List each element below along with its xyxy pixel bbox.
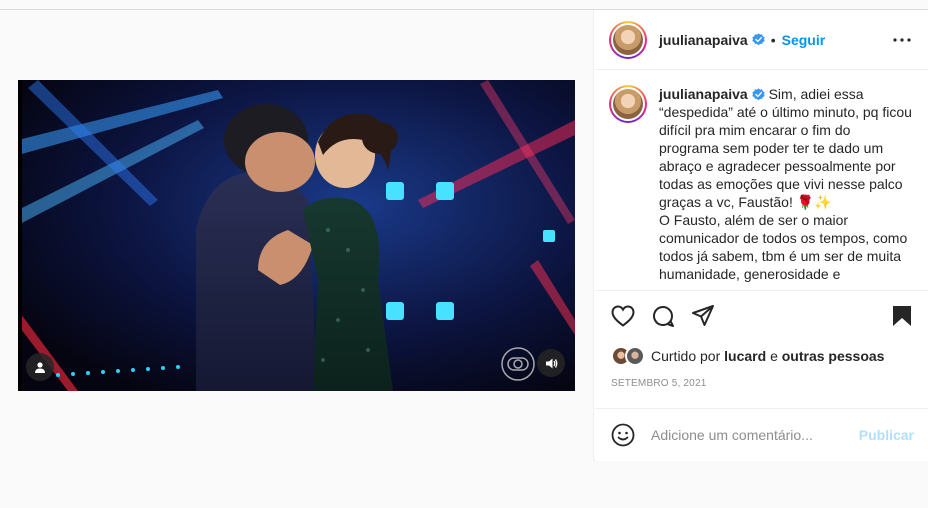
post-video[interactable] [18,80,575,391]
emoji-icon [611,423,635,447]
verified-badge-icon [752,88,765,101]
caption-body: Sim, adiei essa “despedida” até o último… [659,86,912,210]
liker-username[interactable]: lucard [724,348,766,364]
liker-avatar[interactable] [625,346,645,366]
comment-box: Publicar [595,408,928,461]
more-horizontal-icon [893,37,911,42]
caption-body-continued: O Fausto, além de ser o maior comunicado… [659,212,908,282]
user-tag-icon [35,362,45,373]
action-bar [595,290,928,340]
emoji-button[interactable] [611,423,635,447]
likes-text: Curtido por lucard e outras pessoas [651,348,885,364]
like-button[interactable] [609,302,637,330]
caption-area: juulianapaiva Sim, adiei essa “despedida… [595,71,928,290]
publish-button[interactable]: Publicar [859,427,914,443]
share-button[interactable] [689,302,717,330]
sound-icon [545,358,557,368]
post-sidebar: juulianapaiva • Seguir juulianapaiva Sim… [595,10,928,461]
others-link[interactable]: outras pessoas [782,348,885,364]
globo-logo [501,347,535,381]
instagram-post-page: juulianapaiva • Seguir juulianapaiva Sim… [0,0,928,508]
post-card: juulianapaiva • Seguir juulianapaiva Sim… [0,9,928,461]
avatar-image [613,89,643,119]
likes-summary: Curtido por lucard e outras pessoas [611,346,884,366]
bookmark-icon [893,305,911,326]
verified-badge-icon [752,33,765,46]
separator-dot: • [770,31,776,48]
user-tag-button[interactable] [26,353,54,381]
share-icon [692,304,714,326]
post-header: juulianapaiva • Seguir [595,10,928,70]
avatar-image [613,24,643,55]
heart-icon [611,304,635,327]
comment-button[interactable] [649,302,677,330]
sound-button[interactable] [537,349,565,377]
follow-button[interactable]: Seguir [782,32,826,48]
comment-icon [653,305,674,327]
video-frame [18,80,575,391]
caption-avatar[interactable] [609,85,647,123]
caption-username[interactable]: juulianapaiva [659,86,748,102]
more-options-button[interactable] [890,28,914,52]
post-date[interactable]: SETEMBRO 5, 2021 [611,378,706,389]
header-username[interactable]: juulianapaiva [659,32,748,48]
caption-text: juulianapaiva Sim, adiei essa “despedida… [659,85,912,290]
comment-input[interactable] [651,427,841,443]
avatar[interactable] [609,20,647,59]
post-media-area [0,10,594,461]
save-button[interactable] [888,302,916,330]
